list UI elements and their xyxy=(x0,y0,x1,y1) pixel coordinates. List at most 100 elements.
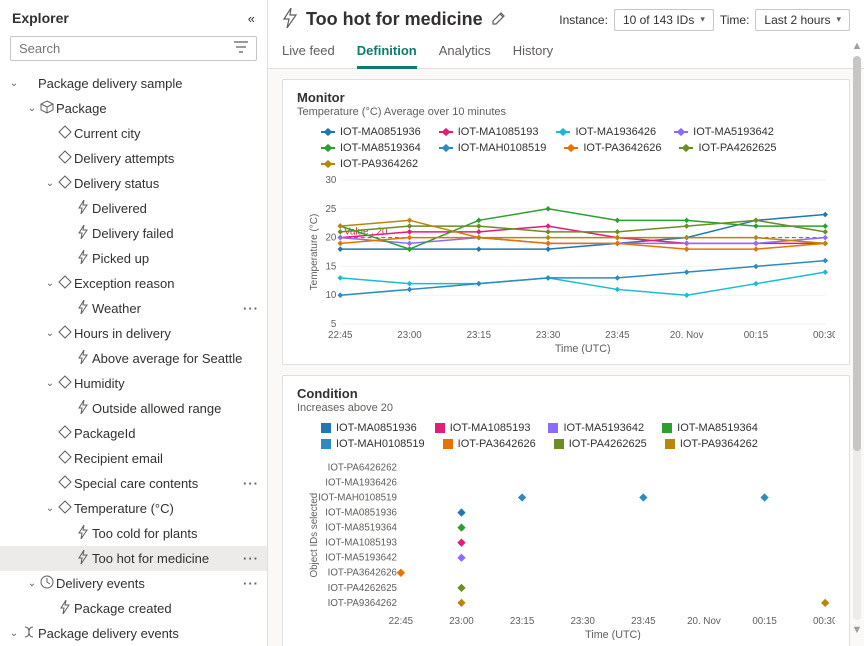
legend-swatch xyxy=(674,131,688,133)
tree-item[interactable]: Recipient email··· xyxy=(0,446,267,471)
svg-text:Time (UTC): Time (UTC) xyxy=(585,629,641,640)
legend-item[interactable]: IOT-MA0851936 xyxy=(321,422,417,434)
search-input[interactable] xyxy=(19,41,234,56)
svg-text:IOT-MA8519364: IOT-MA8519364 xyxy=(325,523,397,534)
tree-item[interactable]: Too cold for plants··· xyxy=(0,521,267,546)
node-icon xyxy=(56,125,74,142)
legend-item[interactable]: IOT-MA8519364 xyxy=(662,422,758,434)
chevron-icon: ⌄ xyxy=(44,328,56,339)
legend-swatch xyxy=(665,439,675,449)
main-scrollbar[interactable]: ▲ ▼ xyxy=(850,40,864,636)
scroll-thumb[interactable] xyxy=(853,56,861,451)
more-icon[interactable]: ··· xyxy=(243,301,259,316)
monitor-legend: IOT-MA0851936 IOT-MA1085193 IOT-MA1936426 I… xyxy=(321,126,835,170)
tree-item[interactable]: ⌄Temperature (°C)··· xyxy=(0,496,267,521)
more-icon[interactable]: ··· xyxy=(243,551,259,566)
tree-item-label: Weather xyxy=(92,301,243,316)
legend-item[interactable]: IOT-PA9364262 xyxy=(321,158,418,170)
tree-item[interactable]: ⌄Package delivery sample··· xyxy=(0,71,267,96)
legend-item[interactable]: IOT-MA1936426 xyxy=(556,126,656,138)
filter-icon[interactable] xyxy=(234,41,248,56)
legend-swatch xyxy=(556,131,570,133)
svg-text:Object IDs selected: Object IDs selected xyxy=(309,493,320,578)
svg-text:23:00: 23:00 xyxy=(397,330,422,341)
tree-item[interactable]: Weather··· xyxy=(0,296,267,321)
tree-item[interactable]: ⌄Humidity··· xyxy=(0,371,267,396)
condition-legend: IOT-MA0851936 IOT-MA1085193 IOT-MA5193642 I… xyxy=(321,422,835,450)
tree-item[interactable]: ⌄Exception reason··· xyxy=(0,271,267,296)
chevron-icon: ⌄ xyxy=(26,103,38,114)
condition-chart[interactable]: IOT-PA6426262IOT-MA1936426IOT-MAH0108519… xyxy=(307,454,835,644)
tab-definition[interactable]: Definition xyxy=(357,39,417,69)
svg-text:IOT-PA6426262: IOT-PA6426262 xyxy=(328,462,397,473)
legend-item[interactable]: IOT-MA0851936 xyxy=(321,126,421,138)
svg-text:23:30: 23:30 xyxy=(570,616,595,627)
monitor-chart[interactable]: 51015202530Value : 2022:4523:0023:1523:3… xyxy=(307,174,835,354)
legend-item[interactable]: IOT-MA5193642 xyxy=(674,126,774,138)
tree-item[interactable]: Current city··· xyxy=(0,121,267,146)
instance-dropdown[interactable]: 10 of 143 IDs ▾ xyxy=(614,9,714,31)
legend-swatch xyxy=(679,147,693,149)
tab-analytics[interactable]: Analytics xyxy=(439,39,491,68)
tree-item[interactable]: Too hot for medicine··· xyxy=(0,546,267,571)
legend-item[interactable]: IOT-MA5193642 xyxy=(548,422,644,434)
legend-item[interactable]: IOT-PA4262625 xyxy=(554,438,647,450)
svg-text:IOT-MA0851936: IOT-MA0851936 xyxy=(325,507,397,518)
tab-history[interactable]: History xyxy=(513,39,553,68)
legend-item[interactable]: IOT-MA8519364 xyxy=(321,142,421,154)
tree-item[interactable]: ⌄Package··· xyxy=(0,96,267,121)
legend-item[interactable]: IOT-PA4262625 xyxy=(679,142,776,154)
svg-text:20. Nov: 20. Nov xyxy=(687,616,721,627)
time-value: Last 2 hours xyxy=(764,13,830,27)
tree-item[interactable]: PackageId··· xyxy=(0,421,267,446)
legend-item[interactable]: IOT-PA3642626 xyxy=(564,142,661,154)
tree-item-label: Special care contents xyxy=(74,476,243,491)
legend-item[interactable]: IOT-PA3642626 xyxy=(443,438,536,450)
more-icon[interactable]: ··· xyxy=(243,576,259,591)
tree-item-label: Delivery failed xyxy=(92,226,243,241)
scroll-track[interactable] xyxy=(853,56,861,620)
svg-text:IOT-PA4262625: IOT-PA4262625 xyxy=(328,583,398,594)
collapse-sidebar-icon[interactable]: « xyxy=(248,11,255,26)
scroll-down-icon[interactable]: ▼ xyxy=(852,624,863,636)
tree-item[interactable]: ⌄Package delivery events··· xyxy=(0,621,267,646)
search-input-wrap[interactable] xyxy=(10,36,257,61)
condition-card: Condition Increases above 20 IOT-MA08519… xyxy=(282,375,850,646)
tree-item-label: Hours in delivery xyxy=(74,326,243,341)
legend-label: IOT-MA1085193 xyxy=(450,422,531,434)
node-icon xyxy=(56,475,74,492)
tree-item[interactable]: Package created··· xyxy=(0,596,267,621)
scroll-up-icon[interactable]: ▲ xyxy=(852,40,863,52)
legend-item[interactable]: IOT-MAH0108519 xyxy=(439,142,547,154)
tab-live-feed[interactable]: Live feed xyxy=(282,39,335,68)
svg-text:10: 10 xyxy=(325,290,336,301)
more-icon[interactable]: ··· xyxy=(243,476,259,491)
tree-item[interactable]: ⌄Delivery status··· xyxy=(0,171,267,196)
chevron-icon: ⌄ xyxy=(44,378,56,389)
edit-title-icon[interactable] xyxy=(491,11,506,29)
svg-text:Temperature (°C): Temperature (°C) xyxy=(309,214,320,291)
svg-text:5: 5 xyxy=(331,319,337,330)
legend-item[interactable]: IOT-PA9364262 xyxy=(665,438,758,450)
legend-item[interactable]: IOT-MA1085193 xyxy=(439,126,539,138)
tree-item[interactable]: Above average for Seattle··· xyxy=(0,346,267,371)
tree-item[interactable]: ⌄Delivery events··· xyxy=(0,571,267,596)
time-dropdown[interactable]: Last 2 hours ▾ xyxy=(755,9,850,31)
legend-label: IOT-MA1936426 xyxy=(575,126,656,138)
legend-item[interactable]: IOT-MAH0108519 xyxy=(321,438,425,450)
legend-item[interactable]: IOT-MA1085193 xyxy=(435,422,531,434)
chevron-icon: ⌄ xyxy=(44,178,56,189)
legend-swatch xyxy=(554,439,564,449)
tree-item[interactable]: Delivery failed··· xyxy=(0,221,267,246)
tree-item[interactable]: Delivered··· xyxy=(0,196,267,221)
tree-item-label: Recipient email xyxy=(74,451,243,466)
condition-title: Condition xyxy=(297,386,835,401)
tree-item[interactable]: ⌄Hours in delivery··· xyxy=(0,321,267,346)
tree-item[interactable]: Outside allowed range··· xyxy=(0,396,267,421)
legend-swatch xyxy=(321,439,331,449)
tree-item[interactable]: Special care contents··· xyxy=(0,471,267,496)
tab-bar: Live feed Definition Analytics History xyxy=(268,31,864,69)
tree-item[interactable]: Picked up··· xyxy=(0,246,267,271)
tree-item[interactable]: Delivery attempts··· xyxy=(0,146,267,171)
content-scroll[interactable]: Monitor Temperature (°C) Average over 10… xyxy=(268,69,864,646)
